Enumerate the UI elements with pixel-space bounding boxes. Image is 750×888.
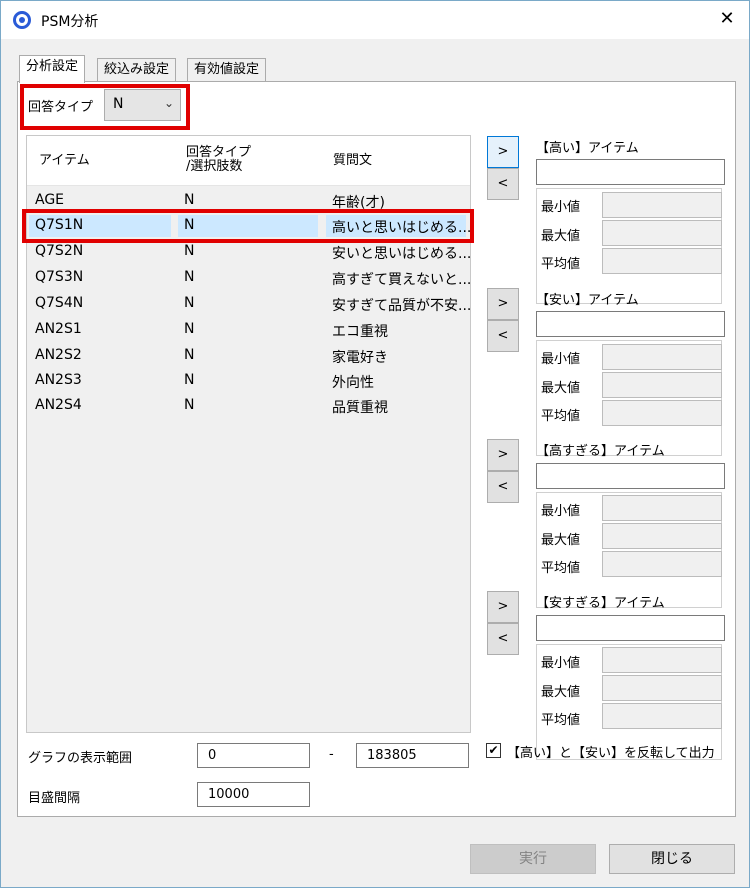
list-row[interactable]: AN2S4 N 品質重視 <box>27 393 470 419</box>
list-row[interactable]: AN2S3 N 外向性 <box>27 368 470 394</box>
column-header-answer-type-sub: /選択肢数 <box>186 159 243 174</box>
column-header-question[interactable]: 質問文 <box>333 154 372 168</box>
row-type: N <box>184 397 195 413</box>
remove-low-item-button[interactable]: < <box>487 320 519 352</box>
range-min-input[interactable]: 0 <box>197 743 310 768</box>
row-item: Q7S4N <box>35 295 84 311</box>
too-high-min-field <box>602 495 722 521</box>
tab-filter-settings[interactable]: 絞込み設定 <box>97 58 177 82</box>
row-type: N <box>184 295 195 311</box>
row-question: 外向性 <box>332 375 374 391</box>
remove-too-low-item-button[interactable]: < <box>487 623 519 655</box>
tab-analysis-settings[interactable]: 分析設定 <box>19 55 86 83</box>
too-low-avg-label: 平均値 <box>541 713 581 728</box>
low-avg-field <box>602 400 722 426</box>
row-question: エコ重視 <box>332 324 388 340</box>
too-high-item-title: 【高すぎる】アイテム <box>536 444 665 459</box>
invert-checkbox-label[interactable]: 【高い】と【安い】を反転して出力 <box>507 742 715 761</box>
add-low-item-button[interactable]: > <box>487 288 519 320</box>
tab-valid-value-settings[interactable]: 有効値設定 <box>187 58 267 82</box>
tick-interval-label: 目盛間隔 <box>28 791 81 806</box>
row-item: AN2S1 <box>35 321 82 337</box>
add-too-high-item-button[interactable]: > <box>487 439 519 471</box>
close-button[interactable]: 閉じる <box>609 844 735 874</box>
too-low-max-label: 最大値 <box>541 685 581 700</box>
row-type: N <box>184 347 195 363</box>
graph-range-label: グラフの表示範囲 <box>28 751 133 766</box>
low-min-field <box>602 344 722 370</box>
row-item: AN2S2 <box>35 347 82 363</box>
list-row[interactable]: Q7S4N N 安すぎて品質が不安... <box>27 291 472 317</box>
add-high-item-button[interactable]: > <box>487 136 519 168</box>
row-item: Q7S3N <box>35 269 84 285</box>
low-item-field[interactable] <box>536 311 725 337</box>
close-icon[interactable]: ✕ <box>715 7 739 31</box>
row-question: 安すぎて品質が不安... <box>332 298 472 314</box>
too-high-max-field <box>602 523 722 549</box>
range-separator: - <box>329 747 334 762</box>
column-header-item[interactable]: アイテム <box>39 154 90 168</box>
row-question: 家電好き <box>332 350 388 366</box>
low-item-title: 【安い】アイテム <box>536 293 639 308</box>
high-avg-field <box>602 248 722 274</box>
app-logo-icon <box>13 11 31 29</box>
list-row[interactable]: AN2S1 N エコ重視 <box>27 317 470 343</box>
range-max-input[interactable]: 183805 <box>356 743 469 768</box>
row-item: AN2S3 <box>35 372 82 388</box>
row-item: AGE <box>35 192 65 208</box>
too-low-min-field <box>602 647 722 673</box>
invert-checkbox[interactable]: ✔ <box>486 743 501 758</box>
too-low-item-field[interactable] <box>536 615 725 641</box>
high-item-field[interactable] <box>536 159 725 185</box>
remove-high-item-button[interactable]: < <box>487 168 519 200</box>
too-low-min-label: 最小値 <box>541 656 581 671</box>
too-high-min-label: 最小値 <box>541 504 581 519</box>
title-bar: PSM分析 ✕ <box>1 1 749 39</box>
too-high-max-label: 最大値 <box>541 533 581 548</box>
row-question: 安いと思いはじめる... <box>332 246 472 262</box>
row-item: Q7S2N <box>35 243 84 259</box>
list-row[interactable]: Q7S3N N 高すぎて買えないと... <box>27 265 472 291</box>
add-too-low-item-button[interactable]: > <box>487 591 519 623</box>
row-question: 品質重視 <box>332 400 388 416</box>
row-question: 高すぎて買えないと... <box>332 272 472 288</box>
window-title: PSM分析 <box>41 14 99 30</box>
row-type: N <box>184 243 195 259</box>
tick-interval-input[interactable]: 10000 <box>197 782 310 807</box>
row-type: N <box>184 321 195 337</box>
high-item-title: 【高い】アイテム <box>536 141 639 156</box>
high-min-field <box>602 192 722 218</box>
list-header: アイテム 回答タイプ /選択肢数 質問文 <box>27 136 470 186</box>
highlight-frame-answer-type <box>20 84 190 130</box>
column-header-answer-type[interactable]: 回答タイプ <box>186 146 251 160</box>
too-high-item-field[interactable] <box>536 463 725 489</box>
too-low-max-field <box>602 675 722 701</box>
low-max-field <box>602 372 722 398</box>
run-button[interactable]: 実行 <box>470 844 596 874</box>
low-max-label: 最大値 <box>541 381 581 396</box>
high-min-label: 最小値 <box>541 200 581 215</box>
high-max-label: 最大値 <box>541 229 581 244</box>
high-avg-label: 平均値 <box>541 257 581 272</box>
row-type: N <box>184 372 195 388</box>
too-low-item-title: 【安すぎる】アイテム <box>536 596 665 611</box>
row-type: N <box>184 192 195 208</box>
row-type: N <box>184 269 195 285</box>
row-item: AN2S4 <box>35 397 82 413</box>
too-low-avg-field <box>602 703 722 729</box>
low-avg-label: 平均値 <box>541 409 581 424</box>
low-min-label: 最小値 <box>541 352 581 367</box>
high-max-field <box>602 220 722 246</box>
too-high-avg-field <box>602 551 722 577</box>
remove-too-high-item-button[interactable]: < <box>487 471 519 503</box>
list-row[interactable]: AN2S2 N 家電好き <box>27 343 470 369</box>
too-high-avg-label: 平均値 <box>541 561 581 576</box>
psm-dialog: PSM分析 ✕ 分析設定 絞込み設定 有効値設定 回答タイプ N ⌄ アイテム … <box>0 0 750 888</box>
highlight-frame-selected-row <box>22 209 474 243</box>
